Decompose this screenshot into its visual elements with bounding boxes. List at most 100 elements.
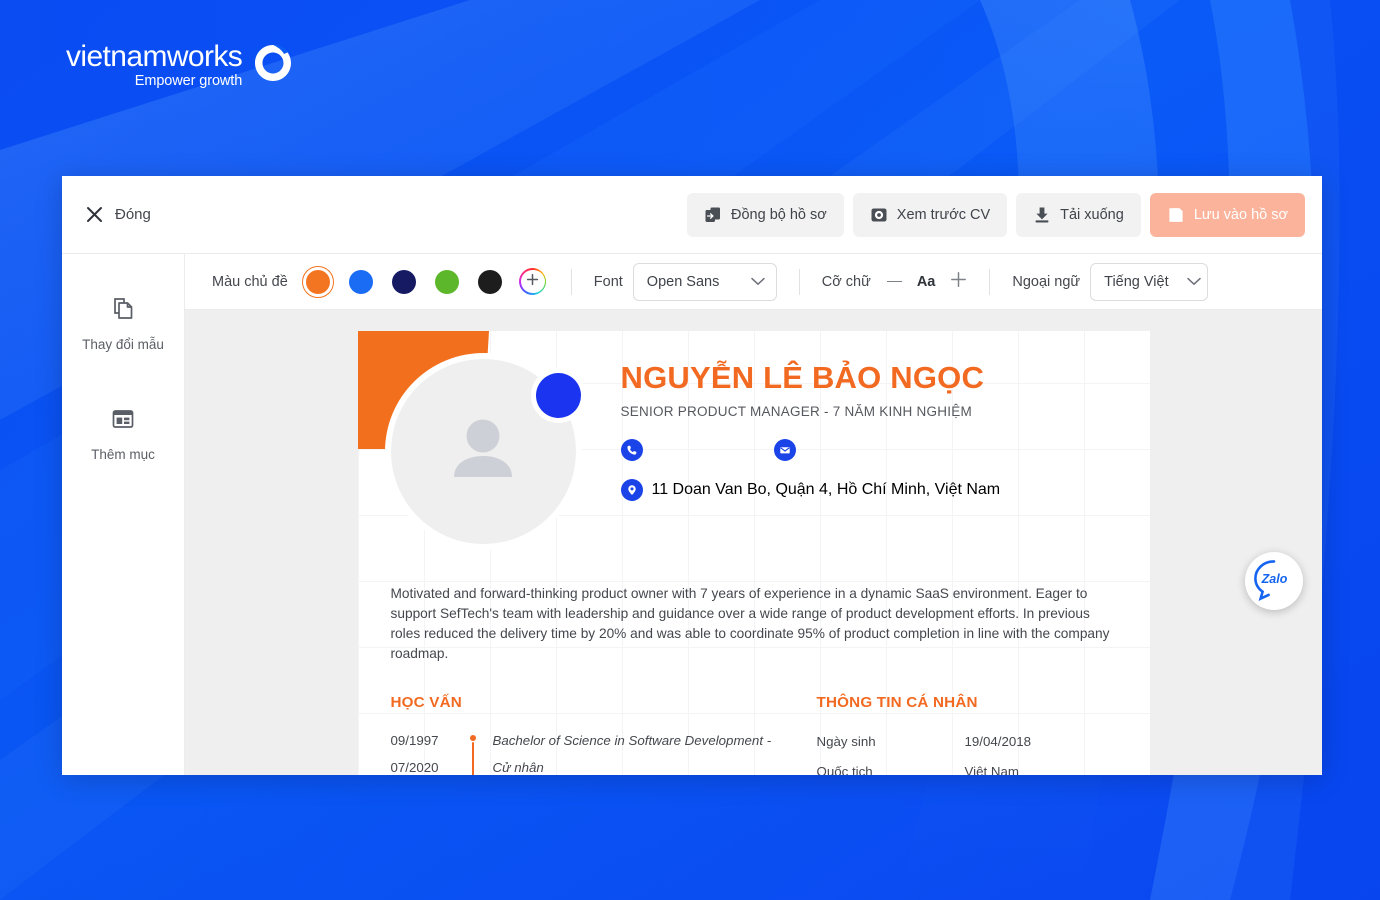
preview-cv-label: Xem trước CV (896, 206, 991, 223)
cv-personal-info-value: 19/04/2018 (964, 734, 1032, 749)
cv-education-title: HỌC VẤN (390, 694, 462, 711)
cv-personal-info-key: Quốc tịch (816, 764, 873, 775)
cv-canvas: NGUYỄN LÊ BẢO NGỌC SENIOR PRODUCT MANAGE… (185, 310, 1322, 775)
cv-identity: NGUYỄN LÊ BẢO NGỌC SENIOR PRODUCT MANAGE… (620, 359, 1130, 501)
cv-header: NGUYỄN LÊ BẢO NGỌC SENIOR PRODUCT MANAGE… (357, 331, 1150, 584)
brand-tagline: Empower growth (134, 73, 243, 89)
timeline-dot-icon (469, 735, 476, 741)
color-swatch-navy[interactable] (388, 266, 420, 298)
modal-body: Thay đổi mẫu Thêm mục Màu chủ đề Font Op… (62, 254, 1322, 775)
cv-education-date-to: 07/2020 (390, 760, 439, 775)
cv-personal-info-value: Việt Nam (964, 764, 1019, 775)
close-x-icon (86, 206, 103, 223)
language-label: Ngoại ngữ (1012, 273, 1081, 290)
cv-education-date-from: 09/1997 (390, 733, 439, 748)
cv-personal-info-row[interactable]: Quốc tịch Việt Nam (817, 757, 1117, 775)
cv-education-body: Bachelor of Science in Software Developm… (483, 727, 772, 775)
add-custom-color-icon (519, 268, 547, 295)
preview-cv-button[interactable]: Xem trước CV (852, 192, 1008, 237)
svg-text:Zalo: Zalo (1261, 572, 1288, 586)
add-section-layout-icon (110, 406, 136, 437)
theme-color-label: Màu chủ đề (212, 273, 288, 290)
font-size-label: Cỡ chữ (821, 273, 871, 290)
vietnamworks-ring-logo-icon (252, 42, 294, 89)
brand-name: vietnamworks (66, 40, 243, 73)
color-swatch-green[interactable] (431, 266, 463, 298)
cv-role[interactable]: SENIOR PRODUCT MANAGER - 7 NĂM KINH NGHI… (621, 404, 1130, 419)
minus-icon[interactable] (886, 280, 902, 283)
rail-item-add-section-label: Thêm mục (91, 447, 155, 462)
cv-education-degree-vn: Cử nhân (492, 760, 544, 775)
cv-columns: HỌC VẤN 09/1997 07/2020 Bachelor of Scie… (391, 694, 1117, 775)
save-to-profile-button[interactable]: Lưu vào hồ sơ (1149, 192, 1305, 237)
cv-education-entry[interactable]: 09/1997 07/2020 Bachelor of Science in S… (391, 727, 789, 775)
chevron-down-icon (1186, 274, 1201, 289)
language-select[interactable]: Tiếng Việt (1090, 262, 1209, 301)
cv-address-value: 11 Doan Van Bo, Quận 4, Hồ Chí Minh, Việ… (651, 481, 1001, 498)
timeline-stem (471, 742, 474, 775)
style-options-toolbar: Màu chủ đề Font Open Sans Cỡ chữ Aa Ngoạ… (185, 254, 1322, 310)
cv-education-degree: Bachelor of Science in Software Developm… (492, 733, 772, 748)
cv-education-section: HỌC VẤN 09/1997 07/2020 Bachelor of Scie… (391, 694, 789, 775)
font-size-controls: Aa (886, 271, 968, 293)
toolbar-divider-3 (989, 268, 991, 295)
left-rail: Thay đổi mẫu Thêm mục (62, 254, 185, 775)
cv-document[interactable]: NGUYỄN LÊ BẢO NGỌC SENIOR PRODUCT MANAGE… (357, 331, 1150, 775)
cv-address-field[interactable]: 11 Doan Van Bo, Quận 4, Hồ Chí Minh, Việ… (620, 479, 1130, 501)
eye-preview-icon (870, 206, 888, 224)
rail-item-change-template-label: Thay đổi mẫu (82, 337, 164, 352)
font-label: Font (593, 273, 623, 290)
color-swatch-navy-dot (391, 269, 416, 294)
copy-template-icon (110, 296, 136, 327)
cv-personal-info-key: Ngày sinh (816, 734, 876, 749)
map-pin-icon (620, 479, 643, 501)
plus-icon[interactable] (950, 271, 967, 293)
download-button[interactable]: Tải xuống (1016, 192, 1141, 237)
sync-profile-button[interactable]: Đồng bộ hồ sơ (687, 192, 844, 237)
zalo-chat-button[interactable]: Zalo (1245, 552, 1303, 610)
rail-item-add-section[interactable]: Thêm mục (62, 394, 184, 474)
color-swatch-orange-dot (305, 269, 330, 294)
cv-phone-field[interactable] (620, 439, 774, 461)
blue-accent-circle (535, 373, 581, 418)
download-label: Tải xuống (1060, 206, 1124, 223)
theme-color-swatches (301, 265, 549, 298)
color-swatch-orange[interactable] (301, 265, 334, 298)
color-swatch-black-dot (477, 269, 502, 294)
cv-summary[interactable]: Motivated and forward-thinking product o… (391, 584, 1117, 664)
email-envelope-icon (773, 439, 796, 461)
color-swatch-blue[interactable] (345, 266, 377, 298)
font-size-sample[interactable]: Aa (917, 274, 936, 290)
zalo-chat-icon: Zalo (1251, 556, 1297, 607)
phone-icon (620, 439, 643, 461)
font-select-value: Open Sans (646, 273, 720, 290)
download-icon (1033, 206, 1051, 224)
toolbar-divider-1 (570, 268, 572, 295)
save-to-profile-label: Lưu vào hồ sơ (1193, 206, 1288, 223)
close-button[interactable]: Đóng (86, 206, 151, 223)
cv-builder-modal: Đóng Đồng bộ hồ sơ Xem trước CV Tải xuốn… (62, 176, 1322, 775)
cv-name[interactable]: NGUYỄN LÊ BẢO NGỌC (621, 359, 1130, 397)
cv-education-dates: 09/1997 07/2020 (391, 727, 463, 775)
cv-personal-info-section: THÔNG TIN CÁ NHÂN Ngày sinh 19/04/2018 Q… (817, 694, 1117, 775)
add-custom-color-button[interactable] (517, 266, 549, 298)
chevron-down-icon (751, 274, 765, 289)
sync-profile-icon (704, 206, 722, 224)
cv-contact-row (620, 439, 1130, 461)
sync-profile-label: Đồng bộ hồ sơ (731, 206, 827, 223)
close-button-label: Đóng (115, 206, 151, 223)
save-disk-icon (1167, 206, 1185, 224)
toolbar-divider-2 (798, 268, 800, 295)
font-select[interactable]: Open Sans (632, 262, 777, 301)
color-swatch-blue-dot (348, 269, 373, 294)
language-select-value: Tiếng Việt (1104, 273, 1169, 290)
cv-personal-info-row[interactable]: Ngày sinh 19/04/2018 (817, 727, 1117, 757)
color-swatch-green-dot (434, 269, 459, 294)
color-swatch-black[interactable] (474, 266, 506, 298)
cv-email-field[interactable] (773, 439, 805, 461)
rail-item-change-template[interactable]: Thay đổi mẫu (62, 284, 184, 364)
person-placeholder-icon (435, 401, 531, 502)
editor-area: Màu chủ đề Font Open Sans Cỡ chữ Aa Ngoạ… (185, 254, 1322, 775)
vietnamworks-logo: vietnamworks Empower growth (66, 40, 294, 90)
cv-personal-info-title: THÔNG TIN CÁ NHÂN (816, 694, 978, 711)
